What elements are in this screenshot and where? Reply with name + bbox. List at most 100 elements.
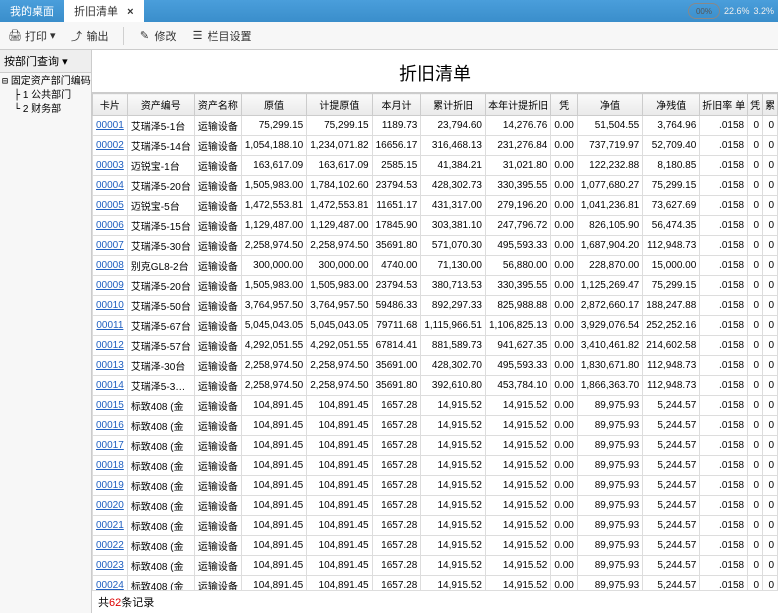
col-header[interactable]: 资产编号 [127, 94, 194, 116]
cell: 4,292,051.55 [307, 336, 372, 356]
table-row[interactable]: 00022标致408 (金运输设备104,891.45104,891.45165… [93, 536, 778, 556]
card-link[interactable]: 00003 [96, 160, 124, 171]
cell: 艾瑞泽5-20台 [127, 176, 194, 196]
col-header[interactable]: 凭 [748, 94, 763, 116]
table-row[interactable]: 00023标致408 (金运输设备104,891.45104,891.45165… [93, 556, 778, 576]
col-header[interactable]: 计提原值 [307, 94, 372, 116]
cell: 0.00 [551, 576, 577, 591]
table-row[interactable]: 00005迈锐宝-5台运输设备1,472,553.811,472,553.811… [93, 196, 778, 216]
table-row[interactable]: 00014艾瑞泽5-3…运输设备2,258,974.502,258,974.50… [93, 376, 778, 396]
card-link[interactable]: 00018 [96, 460, 124, 471]
table-row[interactable]: 00015标致408 (金运输设备104,891.45104,891.45165… [93, 396, 778, 416]
cell: 艾瑞泽5-20台 [127, 276, 194, 296]
cell: 14,915.52 [421, 456, 486, 476]
table-row[interactable]: 00001艾瑞泽5-1台运输设备75,299.1575,299.151189.7… [93, 116, 778, 136]
print-button[interactable]: 🖨 打印 ▾ [8, 28, 56, 44]
cell: 941,627.35 [485, 336, 550, 356]
col-header[interactable]: 本月计 [372, 94, 421, 116]
output-button[interactable]: ⤴ 输出 [70, 28, 109, 44]
card-link[interactable]: 00017 [96, 440, 124, 451]
tree-child-2[interactable]: └ 2 财务部 [2, 103, 89, 117]
card-link[interactable]: 00009 [96, 280, 124, 291]
card-link[interactable]: 00004 [96, 180, 124, 191]
cell: 迈锐宝-5台 [127, 196, 194, 216]
card-link[interactable]: 00012 [96, 340, 124, 351]
grid-wrap[interactable]: 卡片资产编号资产名称原值计提原值本月计累计折旧本年计提折旧凭净值净残值折旧率 单… [92, 92, 778, 590]
table-row[interactable]: 00008别克GL8-2台运输设备300,000.00300,000.00474… [93, 256, 778, 276]
cell: .0158 [700, 156, 748, 176]
card-link[interactable]: 00020 [96, 500, 124, 511]
table-row[interactable]: 00012艾瑞泽5-57台运输设备4,292,051.554,292,051.5… [93, 336, 778, 356]
topbar-right: 00% 22.6% 3.2% [688, 3, 778, 19]
data-grid[interactable]: 卡片资产编号资产名称原值计提原值本月计累计折旧本年计提折旧凭净值净残值折旧率 单… [92, 93, 778, 590]
table-row[interactable]: 00016标致408 (金运输设备104,891.45104,891.45165… [93, 416, 778, 436]
cell: 1,866,363.70 [577, 376, 642, 396]
cell: 运输设备 [194, 516, 241, 536]
table-row[interactable]: 00019标致408 (金运输设备104,891.45104,891.45165… [93, 476, 778, 496]
tab-home[interactable]: 我的桌面 [0, 0, 64, 22]
card-link[interactable]: 00021 [96, 520, 124, 531]
card-link[interactable]: 00024 [96, 580, 124, 590]
col-header[interactable]: 累计折旧 [421, 94, 486, 116]
cell: 1,129,487.00 [307, 216, 372, 236]
table-row[interactable]: 00007艾瑞泽5-30台运输设备2,258,974.502,258,974.5… [93, 236, 778, 256]
col-header[interactable]: 凭 [551, 94, 577, 116]
card-link[interactable]: 00006 [96, 220, 124, 231]
cell: 104,891.45 [241, 416, 306, 436]
close-icon[interactable]: × [127, 6, 133, 18]
col-header[interactable]: 原值 [241, 94, 306, 116]
cell: 运输设备 [194, 216, 241, 236]
col-header[interactable]: 本年计提折旧 [485, 94, 550, 116]
table-row[interactable]: 00018标致408 (金运输设备104,891.45104,891.45165… [93, 456, 778, 476]
modify-button[interactable]: ✎ 修改 [138, 28, 177, 44]
cell: 0 [763, 236, 778, 256]
card-link[interactable]: 00015 [96, 400, 124, 411]
col-header[interactable]: 卡片 [93, 94, 128, 116]
col-header[interactable]: 累 [763, 94, 778, 116]
table-row[interactable]: 00011艾瑞泽5-67台运输设备5,045,043.055,045,043.0… [93, 316, 778, 336]
card-link[interactable]: 00019 [96, 480, 124, 491]
card-link[interactable]: 00016 [96, 420, 124, 431]
cell: .0158 [700, 496, 748, 516]
table-row[interactable]: 00024标致408 (金运输设备104,891.45104,891.45165… [93, 576, 778, 591]
col-header[interactable]: 净值 [577, 94, 642, 116]
cell: 00019 [93, 476, 128, 496]
card-link[interactable]: 00013 [96, 360, 124, 371]
cell: 15,000.00 [643, 256, 700, 276]
table-row[interactable]: 00020标致408 (金运输设备104,891.45104,891.45165… [93, 496, 778, 516]
col-header[interactable]: 净残值 [643, 94, 700, 116]
cell: 0 [748, 536, 763, 556]
table-row[interactable]: 00006艾瑞泽5-15台运输设备1,129,487.001,129,487.0… [93, 216, 778, 236]
card-link[interactable]: 00008 [96, 260, 124, 271]
card-link[interactable]: 00011 [96, 320, 123, 331]
table-row[interactable]: 00002艾瑞泽5-14台运输设备1,054,188.101,234,071.8… [93, 136, 778, 156]
column-set-button[interactable]: ☰ 栏目设置 [191, 28, 252, 44]
table-row[interactable]: 00017标致408 (金运输设备104,891.45104,891.45165… [93, 436, 778, 456]
card-link[interactable]: 00014 [96, 380, 124, 391]
table-row[interactable]: 00013艾瑞泽-30台运输设备2,258,974.502,258,974.50… [93, 356, 778, 376]
card-link[interactable]: 00007 [96, 240, 124, 251]
cell: 31,021.80 [485, 156, 550, 176]
table-row[interactable]: 00010艾瑞泽5-50台运输设备3,764,957.503,764,957.5… [93, 296, 778, 316]
table-row[interactable]: 00009艾瑞泽5-20台运输设备1,505,983.001,505,983.0… [93, 276, 778, 296]
card-link[interactable]: 00005 [96, 200, 124, 211]
sidebar-header[interactable]: 按部门查询 ▾ [0, 50, 91, 73]
card-link[interactable]: 00022 [96, 540, 124, 551]
cell: 别克GL8-2台 [127, 256, 194, 276]
tree-child-1[interactable]: ├ 1 公共部门 [2, 89, 89, 103]
table-row[interactable]: 00021标致408 (金运输设备104,891.45104,891.45165… [93, 516, 778, 536]
col-header[interactable]: 资产名称 [194, 94, 241, 116]
tree-minus-icon[interactable]: ⊟ [2, 76, 8, 87]
col-header[interactable]: 折旧率 单 [700, 94, 748, 116]
tree-root[interactable]: ⊟ 固定资产部门编码明细 [2, 75, 89, 89]
table-row[interactable]: 00004艾瑞泽5-20台运输设备1,505,983.001,784,102.6… [93, 176, 778, 196]
table-row[interactable]: 00003迈锐宝-1台运输设备163,617.09163,617.092585.… [93, 156, 778, 176]
card-link[interactable]: 00023 [96, 560, 124, 571]
card-link[interactable]: 00001 [96, 120, 124, 131]
columns-icon: ☰ [191, 29, 205, 43]
card-link[interactable]: 00002 [96, 140, 124, 151]
cell: 0 [763, 136, 778, 156]
card-link[interactable]: 00010 [96, 300, 124, 311]
tab-active[interactable]: 折旧清单 × [64, 0, 144, 22]
cell: 104,891.45 [307, 496, 372, 516]
